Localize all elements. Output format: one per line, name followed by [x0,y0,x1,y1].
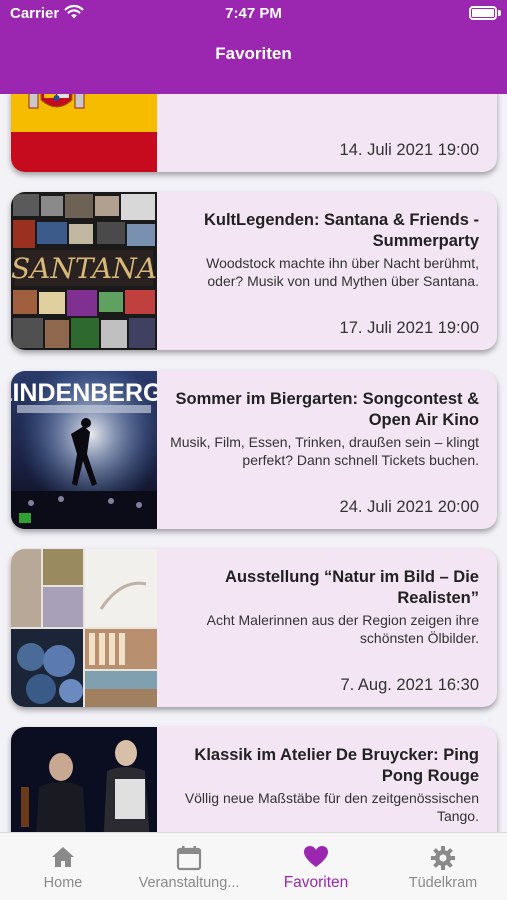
event-thumbnail [11,94,157,172]
tab-home[interactable]: Home [0,833,126,900]
event-title: Sommer im Biergarten: Songcontest & Open… [175,390,479,429]
clock: 7:47 PM [225,5,282,22]
tab-misc[interactable]: Tüdelkram [380,833,506,900]
tab-favorites-label: Favoriten [283,874,349,891]
event-title: Klassik im Atelier De Bruycker: Ping Pon… [194,746,479,785]
battery-tip [498,10,501,16]
event-info: Klassik im Atelier De Bruycker: Ping Pon… [167,727,479,832]
poster-title: LINDENBERG! [11,379,157,407]
nav-header: Carrier 7:47 PM Favoriten [0,0,507,94]
event-thumbnail [11,727,157,832]
tab-misc-label: Tüdelkram [408,875,478,891]
gear-icon [430,845,456,876]
event-info: Sommer im Biergarten: Songcontest & Open… [167,371,479,529]
event-date: 7. Aug. 2021 16:30 [340,676,479,694]
event-description: Woodstock machte ihn über Nacht berühmt,… [206,255,479,289]
event-title: KultLegenden: Santana & Friends - Summer… [203,211,479,250]
event-description: Musik, Film, Essen, Trinken, draußen sei… [170,434,479,468]
tab-home-label: Home [43,875,83,891]
event-title: Ausstellung “Natur im Bild – Die Realist… [225,568,479,607]
favorites-list[interactable]: 14. Juli 2021 19:00 SANTANA KultLegenden… [0,94,507,832]
event-date: 17. Juli 2021 19:00 [339,319,479,337]
event-info: KultLegenden: Santana & Friends - Summer… [167,192,479,350]
event-description: Acht Malerinnen aus der Region zeigen ih… [206,612,479,646]
calendar-icon [176,845,202,876]
event-card[interactable]: 14. Juli 2021 19:00 [11,94,497,172]
event-thumbnail [11,549,157,707]
tab-favorites[interactable]: Favoriten [253,833,379,900]
event-info: 14. Juli 2021 19:00 [167,94,479,172]
event-card[interactable]: LINDENBERG! Sommer im Biergarten: Songco… [11,371,497,529]
heart-icon [303,845,329,874]
event-card[interactable]: SANTANA KultLegenden: Santana & Friends … [11,192,497,350]
page-title: Favoriten [215,44,292,63]
event-info: Ausstellung “Natur im Bild – Die Realist… [167,549,479,707]
event-card[interactable]: Ausstellung “Natur im Bild – Die Realist… [11,549,497,707]
status-bar: Carrier 7:47 PM [0,0,507,30]
event-thumbnail: SANTANA [11,192,157,350]
home-icon [51,845,75,874]
tab-bar: Home Veranstaltung... Favoriten Tüdelkra… [0,832,507,900]
svg-text:SANTANA: SANTANA [11,252,157,285]
event-date: 24. Juli 2021 20:00 [339,498,479,516]
event-description: Völlig neue Maßstäbe für den zeitgenössi… [184,790,479,824]
tab-events-label: Veranstaltung... [138,875,240,891]
event-date: 14. Juli 2021 19:00 [339,141,479,159]
battery-icon [469,6,497,20]
tab-events[interactable]: Veranstaltung... [126,833,252,900]
event-thumbnail: LINDENBERG! [11,371,171,529]
event-card[interactable]: Klassik im Atelier De Bruycker: Ping Pon… [11,727,497,832]
